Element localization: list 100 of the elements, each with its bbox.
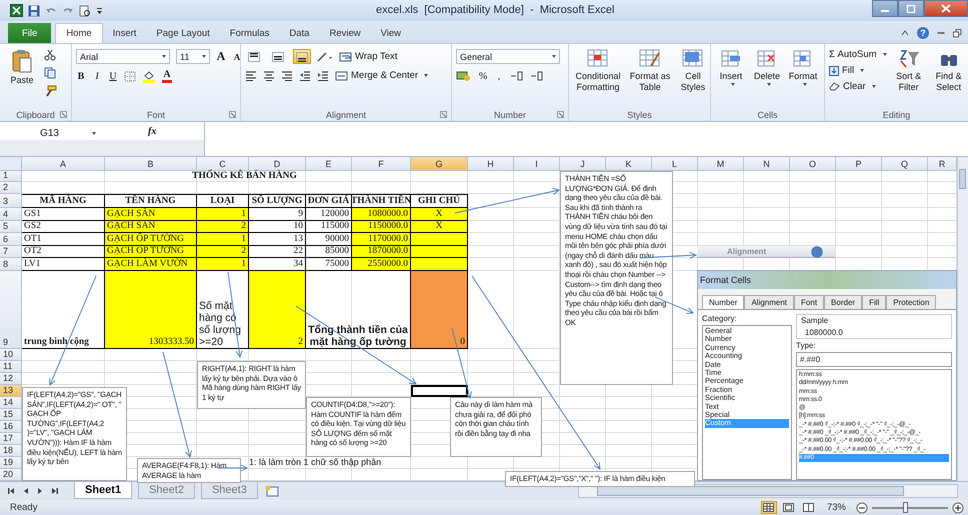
italic-button[interactable]: I	[92, 71, 102, 82]
zoom-slider-thumb[interactable]	[903, 502, 908, 512]
restore-icon[interactable]	[953, 28, 962, 38]
column-header[interactable]: B	[105, 157, 197, 171]
type-field[interactable]: #.##0	[796, 352, 952, 367]
conditional-formatting-button[interactable]: Conditional Formatting	[573, 47, 623, 95]
format-list[interactable]	[796, 369, 952, 480]
column-header[interactable]: N	[744, 157, 790, 171]
clear-button[interactable]: Clear	[829, 81, 887, 92]
column-header[interactable]: E	[306, 157, 352, 171]
column-header[interactable]: P	[836, 157, 882, 171]
ribbon-tab[interactable]: Home	[55, 23, 103, 43]
customize-caret-icon[interactable]	[96, 6, 103, 14]
column-header[interactable]: D	[249, 157, 306, 171]
dialog-tab[interactable]: Protection	[886, 295, 936, 309]
row-header[interactable]: 1	[0, 171, 22, 182]
column-header[interactable]: R	[928, 157, 957, 171]
grow-font-button[interactable]: A	[216, 49, 226, 64]
column-header[interactable]: C	[197, 157, 249, 171]
bottom-align-button[interactable]	[293, 49, 311, 64]
dialog-launcher-icon[interactable]	[440, 111, 447, 118]
top-align-button[interactable]	[245, 49, 263, 64]
ribbon-collapse-icon[interactable]	[901, 30, 909, 36]
last-sheet-icon[interactable]	[51, 487, 58, 495]
dialog-launcher-icon[interactable]	[60, 111, 67, 118]
autosum-button[interactable]: Σ AutoSum	[829, 49, 887, 60]
currency-icon[interactable]	[456, 70, 472, 82]
redo-icon[interactable]	[62, 6, 74, 16]
undo-icon[interactable]	[45, 6, 57, 16]
maximize-button[interactable]	[898, 0, 924, 17]
font-color-button[interactable]: A	[162, 70, 172, 83]
ribbon-tab[interactable]: View	[370, 23, 412, 43]
orientation-icon[interactable]	[317, 52, 333, 62]
row-header[interactable]: 2	[0, 182, 22, 194]
format-cells-button[interactable]: Format	[787, 47, 819, 88]
ribbon-tab[interactable]: Page Layout	[146, 23, 220, 43]
decrease-decimal-icon[interactable]	[530, 71, 544, 81]
column-header[interactable]: J	[560, 157, 606, 171]
find-select-button[interactable]: Find & Select	[930, 47, 967, 95]
font-size-field[interactable]: 11	[176, 49, 210, 64]
underline-button[interactable]: U	[108, 71, 118, 82]
ribbon-tab[interactable]: Insert	[102, 23, 146, 43]
insert-function-button[interactable]: fx	[148, 126, 156, 137]
column-header[interactable]: G	[411, 157, 468, 171]
minimize-button[interactable]	[872, 0, 898, 17]
horizontal-scrollbar[interactable]	[578, 484, 958, 498]
row-header[interactable]: 5	[0, 221, 22, 233]
font-name-field[interactable]: Arial	[76, 49, 170, 64]
column-header[interactable]: H	[468, 157, 514, 171]
column-header[interactable]: A	[22, 157, 105, 171]
help-button[interactable]: ?	[917, 27, 929, 39]
row-header[interactable]: 8	[0, 258, 22, 271]
paste-button[interactable]: Paste	[4, 47, 40, 87]
save-icon[interactable]	[28, 4, 40, 16]
row-header[interactable]: 11	[0, 361, 22, 373]
column-header[interactable]: F	[352, 157, 411, 171]
increase-indent-icon[interactable]	[317, 70, 329, 80]
row-header[interactable]: 15	[0, 409, 22, 421]
zoom-out-icon[interactable]	[856, 502, 868, 514]
first-sheet-icon[interactable]	[8, 487, 15, 495]
column-header[interactable]: I	[514, 157, 560, 171]
column-header[interactable]: Q	[882, 157, 928, 171]
bold-button[interactable]: B	[76, 71, 86, 82]
next-sheet-icon[interactable]	[37, 487, 43, 495]
merge-center-button[interactable]: Merge & Center	[335, 70, 428, 81]
column-header[interactable]: K	[606, 157, 652, 171]
excel-logo-icon[interactable]	[10, 4, 23, 17]
sort-filter-button[interactable]: Sort & Filter	[890, 47, 927, 95]
delete-cells-button[interactable]: Delete	[751, 47, 783, 88]
middle-align-button[interactable]	[269, 49, 287, 64]
previous-sheet-icon[interactable]	[23, 487, 29, 495]
sheet-tab[interactable]: Sheet1	[74, 482, 132, 499]
dialog-tab[interactable]: Border	[824, 295, 862, 309]
dialog-launcher-icon[interactable]	[229, 111, 236, 118]
ribbon-tab[interactable]: Formulas	[220, 23, 280, 43]
format-painter-icon[interactable]	[44, 85, 57, 97]
dialog-launcher-icon[interactable]	[557, 111, 564, 118]
normal-view-button[interactable]	[760, 501, 777, 514]
dialog-tab[interactable]: Fill	[862, 295, 886, 309]
dialog-tab[interactable]: Alignment	[744, 295, 794, 309]
vertical-scrollbar[interactable]	[957, 157, 968, 481]
column-header[interactable]: L	[652, 157, 698, 171]
cut-icon[interactable]	[44, 49, 56, 61]
decrease-indent-icon[interactable]	[299, 70, 311, 80]
ribbon-tab[interactable]: Review	[319, 23, 371, 43]
page-layout-view-button[interactable]	[780, 501, 797, 514]
copy-icon[interactable]	[44, 67, 58, 79]
insert-sheet-icon[interactable]	[264, 485, 280, 497]
align-center-icon[interactable]	[263, 70, 275, 80]
zoom-in-icon[interactable]	[952, 502, 964, 514]
row-header[interactable]: 10	[0, 349, 22, 361]
row-header[interactable]: 17	[0, 433, 22, 445]
print-preview-icon[interactable]	[79, 4, 91, 16]
fill-button[interactable]: Fill	[829, 65, 887, 76]
cell-styles-button[interactable]: Cell Styles	[677, 47, 709, 95]
column-header[interactable]: M	[698, 157, 744, 171]
row-header[interactable]: 4	[0, 208, 22, 221]
insert-cells-button[interactable]: Insert	[715, 47, 747, 88]
row-header[interactable]: 3	[0, 194, 22, 208]
file-tab[interactable]: File	[8, 23, 52, 43]
